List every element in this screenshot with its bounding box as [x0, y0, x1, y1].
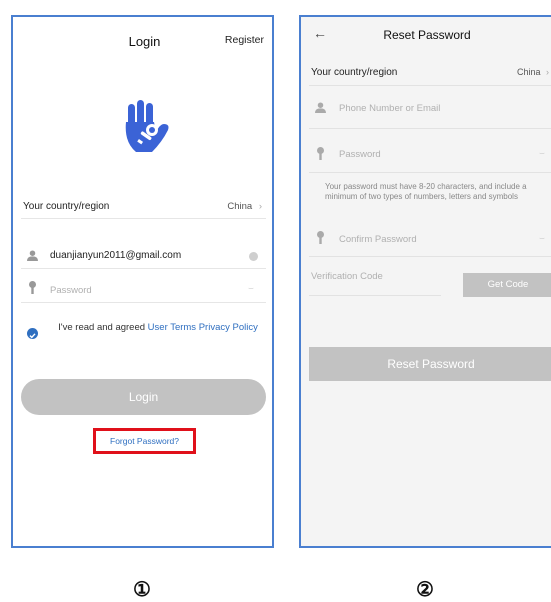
agree-checkbox[interactable]	[27, 328, 38, 339]
country-region-label: Your country/region	[311, 67, 398, 78]
user-icon	[315, 102, 326, 113]
privacy-policy-link[interactable]: Privacy Policy	[199, 322, 258, 333]
clear-input-icon[interactable]	[249, 252, 258, 261]
confirm-password-field[interactable]: Confirm Password	[339, 234, 417, 245]
country-selector[interactable]: China ›	[227, 201, 262, 212]
email-field[interactable]: duanjianyun2011@gmail.com	[50, 250, 181, 261]
check-icon	[29, 333, 36, 339]
country-value: China	[516, 67, 541, 77]
country-selector[interactable]: China ›	[517, 67, 549, 77]
get-code-button[interactable]: Get Code	[463, 273, 551, 297]
chevron-right-icon: ›	[258, 201, 262, 212]
country-region-label: Your country/region	[23, 201, 110, 212]
reset-password-button[interactable]: Reset Password	[309, 347, 551, 381]
password-field[interactable]: Password	[339, 149, 381, 160]
show-password-icon[interactable]: ⌣	[248, 283, 254, 294]
verification-code-field[interactable]: Verification Code	[311, 271, 383, 282]
step-number-1: ①	[133, 579, 151, 601]
hand-key-logo-icon	[125, 100, 169, 152]
chevron-right-icon: ›	[546, 67, 549, 77]
step-number-2: ②	[416, 579, 434, 601]
user-icon	[27, 250, 38, 261]
phone-email-field[interactable]: Phone Number or Email	[339, 103, 440, 114]
login-button[interactable]: Login	[21, 379, 266, 415]
key-icon	[29, 281, 36, 294]
password-hint: Your password must have 8-20 characters,…	[325, 182, 527, 201]
password-field[interactable]: Password	[50, 285, 92, 296]
key-icon	[317, 147, 324, 160]
register-link[interactable]: Register	[225, 34, 264, 46]
show-password-icon[interactable]: ⌣	[539, 233, 545, 244]
user-terms-link[interactable]: User Terms	[148, 322, 196, 333]
forgot-password-link[interactable]: Forgot Password?	[93, 428, 196, 454]
show-password-icon[interactable]: ⌣	[539, 148, 545, 159]
agree-label: I've read and agreed	[58, 322, 146, 333]
reset-password-screen: ← Reset Password Your country/region Chi…	[299, 15, 551, 548]
key-icon	[317, 231, 324, 244]
login-screen: Login Register Your country/region China…	[11, 15, 274, 548]
agreement-text: I've read and agreed User Terms Privacy …	[47, 322, 269, 334]
page-title: Reset Password	[383, 28, 471, 42]
country-value: China	[227, 201, 253, 212]
